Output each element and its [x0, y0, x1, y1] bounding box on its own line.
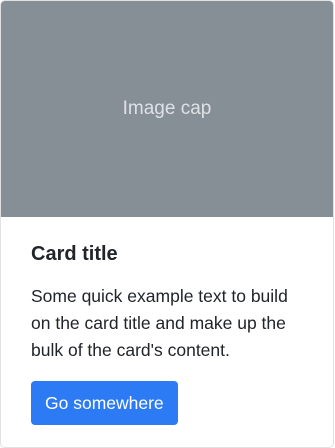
go-somewhere-button[interactable]: Go somewhere — [31, 381, 178, 425]
card-text: Some quick example text to build on the … — [31, 286, 288, 360]
card-body: Card title Some quick example text to bu… — [1, 217, 333, 425]
card: Image cap Card title Some quick example … — [0, 0, 334, 448]
card-title: Card title — [31, 243, 118, 265]
card-image-cap: Image cap — [1, 1, 333, 217]
image-cap-label: Image cap — [122, 98, 212, 119]
